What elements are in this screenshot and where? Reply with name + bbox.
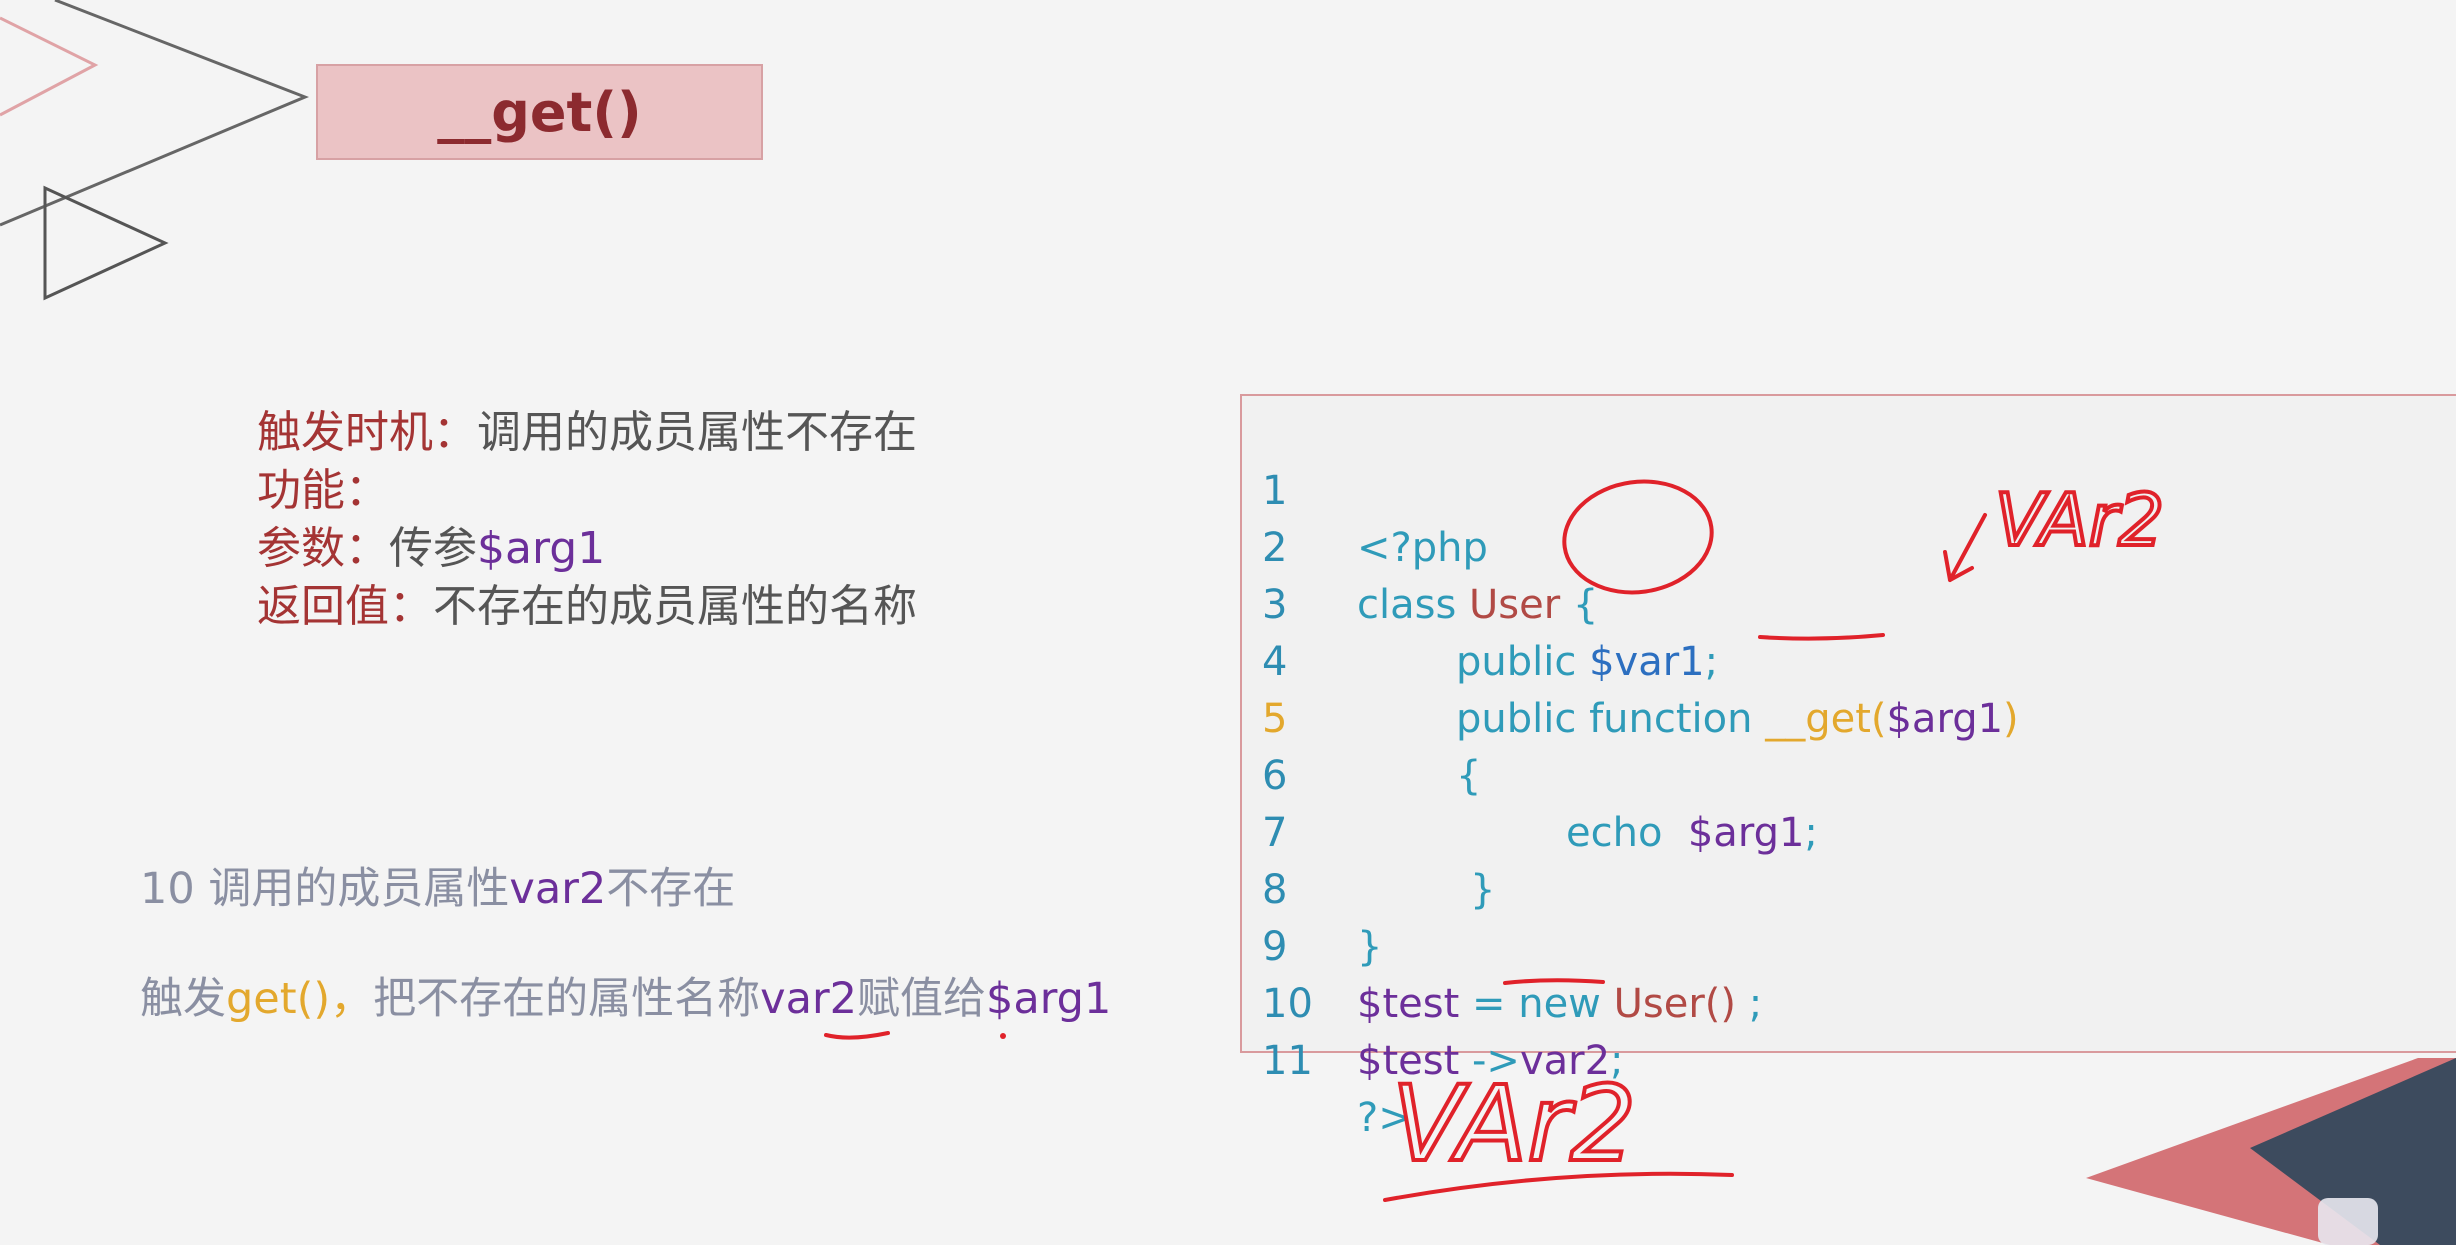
code-text: } (1357, 924, 1383, 970)
semicolon: ; (1804, 810, 1818, 856)
class-name: User (1469, 582, 1561, 628)
code-text: $test = new User() ; (1357, 976, 1762, 1033)
semicolon: ; (1704, 639, 1719, 685)
note2-arg: $arg1 (986, 974, 1112, 1024)
code-line-11: 11 ?> (1242, 976, 1412, 1141)
line-number: 11 (1262, 1038, 1313, 1084)
semicolon: ; (1736, 981, 1763, 1027)
argument: $arg1 (1687, 810, 1805, 856)
colon: ： (345, 465, 389, 516)
colon: ： (433, 407, 477, 458)
colon: ： (389, 581, 433, 632)
note2-mid: 把不存在的属性名称 (373, 974, 761, 1024)
property: var2 (1519, 1038, 1611, 1084)
code-text: echo $arg1; (1566, 805, 1818, 862)
code-line-6: 6 echo $arg1; (1242, 691, 1818, 856)
code-text: class User { (1357, 577, 1598, 634)
note2-var: var2 (760, 974, 858, 1024)
code-line-4: 4 public function __get($arg1) (1242, 577, 2019, 742)
code-text: $test ->var2; (1357, 1033, 1624, 1090)
note2-prefix: 触发 (140, 974, 226, 1024)
video-logo-icon (2318, 1198, 2378, 1245)
colon: ： (345, 523, 389, 574)
slide-title: __get() (437, 80, 642, 144)
code-text: <?php (1357, 525, 1488, 571)
trigger-value: 调用的成员属性不存在 (477, 407, 917, 458)
code-text: public $var1; (1456, 634, 1718, 691)
code-line-9: 9 $test = new User() ; (1242, 862, 1762, 1027)
semicolon: ; (1610, 1038, 1624, 1084)
code-line-2: 2 class User { (1242, 463, 1598, 628)
pink-chevron-shape (0, 16, 99, 117)
param-prefix: 传参 (389, 523, 477, 574)
brace: { (1560, 582, 1599, 628)
param-var: $arg1 (477, 523, 606, 574)
code-line-5: 5 { (1242, 634, 1481, 799)
trigger-label: 触发时机 (257, 407, 433, 458)
param-label: 参数 (257, 523, 345, 574)
variable: $test (1357, 1038, 1460, 1084)
function-label: 功能 (257, 465, 345, 516)
note2-func: get() (226, 974, 331, 1024)
note-line-1: 10 调用的成员属性var2不存在 (140, 860, 735, 918)
code-text: } (1470, 867, 1496, 913)
code-line-1: 1 <?php (1242, 406, 1488, 571)
note1-var: var2 (509, 864, 607, 914)
function-name: __get( (1765, 696, 1887, 742)
function-line: 功能： (257, 462, 389, 520)
operator: = (1459, 981, 1519, 1027)
note1-prefix: 10 调用的成员属性 (140, 864, 510, 914)
return-value: 不存在的成员属性的名称 (433, 581, 917, 632)
code-text: ?> (1357, 1095, 1412, 1141)
class-name: User() (1613, 981, 1736, 1027)
trigger-line: 触发时机：调用的成员属性不存在 (257, 404, 917, 462)
return-line: 返回值：不存在的成员属性的名称 (257, 578, 917, 636)
keyword: echo (1566, 810, 1688, 856)
return-label: 返回值 (257, 581, 389, 632)
param-line: 参数：传参$arg1 (257, 520, 605, 578)
code-line-8: 8 } (1242, 805, 1382, 970)
gray-triangle-outline-small (43, 185, 169, 301)
keyword: new (1518, 981, 1614, 1027)
variable: $var1 (1589, 639, 1705, 685)
code-text: public function __get($arg1) (1456, 691, 2019, 748)
note2-comma: ， (330, 974, 374, 1024)
paren: ) (2003, 696, 2019, 742)
keyword: public (1456, 639, 1590, 685)
keyword: public function (1456, 696, 1766, 742)
code-line-10: 10 $test ->var2; (1242, 919, 1624, 1084)
code-panel: 1 <?php 2 class User { 3 public $var1; 4… (1240, 394, 2456, 1141)
variable: $test (1357, 981, 1460, 1027)
keyword: class (1357, 582, 1470, 628)
argument: $arg1 (1886, 696, 2004, 742)
code-text: { (1456, 753, 1482, 799)
code-line-7: 7 } (1242, 748, 1495, 913)
note-line-2: 触发get()，把不存在的属性名称var2赋值给$arg1 (140, 970, 1111, 1028)
slide-title-box: __get() (316, 64, 763, 160)
operator: -> (1459, 1038, 1520, 1084)
code-line-3: 3 public $var1; (1242, 520, 1718, 685)
note2-mid2: 赋值给 (857, 974, 987, 1024)
note1-suffix: 不存在 (606, 864, 736, 914)
